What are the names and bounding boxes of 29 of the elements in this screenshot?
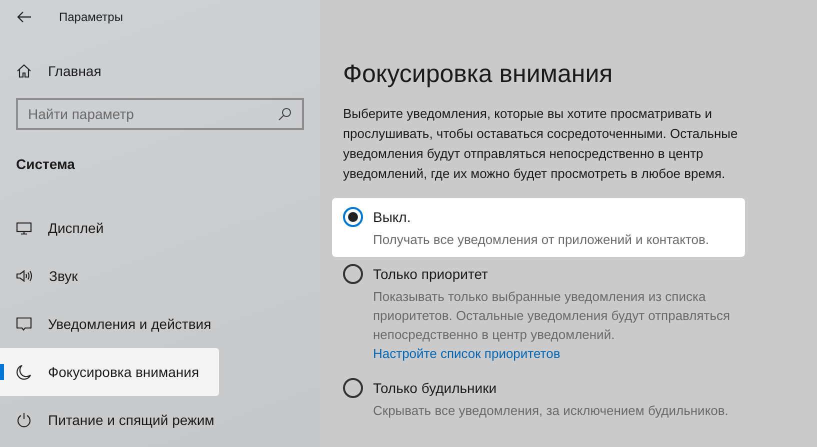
nav-item[interactable]: Звук: [0, 252, 219, 300]
option-label: Только приоритет: [373, 265, 489, 284]
option-description: Скрывать все уведомления, за исключением будильников.: [373, 402, 730, 420]
search-icon: [278, 107, 292, 121]
radio-button[interactable]: [343, 378, 363, 398]
radio-button[interactable]: [343, 264, 363, 284]
back-button[interactable]: [16, 9, 32, 25]
nav-item[interactable]: Уведомления и действия: [0, 300, 219, 348]
home-nav-item[interactable]: Главная: [16, 56, 102, 86]
message-icon: [16, 316, 32, 332]
option-description: Показывать только выбранные уведомления из списка приоритетов. Остальные уведомления будут отправляться непосредственно в центр уведомлений.: [373, 288, 732, 344]
section-heading: Система: [16, 156, 76, 172]
priority-list-link[interactable]: Настройте список приоритетов: [373, 344, 560, 363]
monitor-icon: [16, 220, 32, 236]
speaker-icon: [16, 268, 33, 284]
option-description: Получать все уведомления от приложений и контактов.: [373, 231, 710, 249]
home-icon: [16, 63, 32, 79]
option-label: Выкл.: [373, 208, 412, 227]
window-title: Параметры: [59, 10, 123, 24]
page-description: Выберите уведомления, которые вы хотите просматривать и прослушивать, чтобы оставаться сосредоточенными. Остальные уведомления будут отправляться непосредственно в центр уведомлений, где их можно будет просмотреть в любое время.: [343, 105, 739, 183]
search-field[interactable]: Найти параметр: [16, 98, 304, 130]
moon-icon: [16, 364, 32, 380]
radio-button[interactable]: [343, 207, 363, 227]
page-title: Фокусировка внимания: [343, 59, 614, 90]
power-icon: [16, 412, 32, 428]
nav-item[interactable]: Питание и спящий режим: [0, 396, 219, 444]
option-label: Только будильники: [373, 379, 498, 398]
nav-item[interactable]: Дисплей: [0, 204, 219, 252]
nav-item[interactable]: Фокусировка внимания: [0, 348, 219, 396]
